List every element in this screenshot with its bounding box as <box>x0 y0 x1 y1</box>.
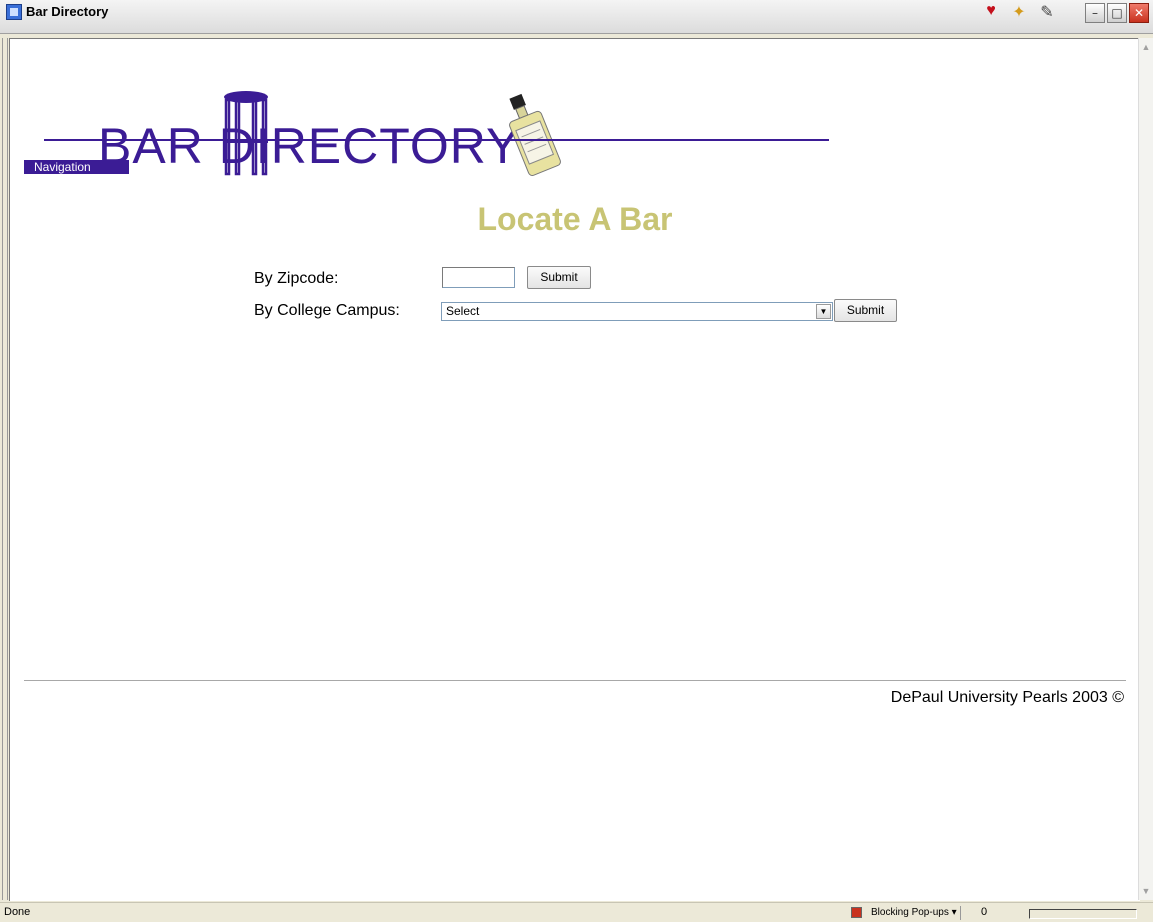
campus-submit-button[interactable]: Submit <box>834 299 897 322</box>
progress-bar <box>1029 909 1137 919</box>
heart-icon[interactable]: ♥ <box>981 2 1001 22</box>
close-button[interactable]: ✕ <box>1129 3 1149 23</box>
footer-divider <box>24 680 1126 681</box>
status-text: Done <box>4 906 31 918</box>
app-icon <box>6 4 22 20</box>
scroll-up-icon[interactable]: ▲ <box>1139 40 1153 54</box>
liquor-bottle-icon <box>509 93 561 176</box>
popup-blocker-label[interactable]: Blocking Pop-ups ▾ <box>871 907 957 918</box>
vertical-scrollbar[interactable]: ▲ ▼ <box>1138 38 1153 900</box>
campus-select[interactable]: Select ▼ <box>441 302 833 321</box>
page-title: Locate A Bar <box>477 201 673 237</box>
zipcode-input[interactable] <box>442 267 515 288</box>
star-icon[interactable]: ✦ <box>1009 2 1029 22</box>
window-titlebar: Bar Directory ♥ ✦ ✎ – □ ✕ <box>0 0 1153 34</box>
zipcode-submit-button[interactable]: Submit <box>527 266 591 289</box>
status-count: 0 <box>981 906 988 918</box>
logo-text: BAR DIRECTORY <box>98 118 521 174</box>
maximize-button[interactable]: □ <box>1107 3 1127 23</box>
window-title: Bar Directory <box>26 4 109 19</box>
window-left-border <box>2 38 8 900</box>
bar-stool-icon <box>224 91 268 176</box>
scroll-down-icon[interactable]: ▼ <box>1139 884 1153 898</box>
popup-blocker-icon[interactable] <box>851 907 862 918</box>
footer-copyright: DePaul University Pearls 2003 © <box>890 689 1124 706</box>
zipcode-label: By Zipcode: <box>254 270 339 287</box>
bar-directory-logo: BAR DIRECTORY <box>98 77 578 177</box>
page-viewport: BAR DIRECTORY <box>9 38 1140 901</box>
window-controls: – □ ✕ <box>1085 3 1149 23</box>
status-divider <box>960 906 961 920</box>
navigation-menu[interactable]: Navigation <box>24 160 129 174</box>
logo-underline <box>44 139 829 141</box>
minimize-button[interactable]: – <box>1085 3 1105 23</box>
chevron-down-icon[interactable]: ▼ <box>816 304 831 319</box>
campus-select-value: Select <box>446 304 480 318</box>
status-bar: Done Blocking Pop-ups ▾ 0 <box>0 902 1153 922</box>
toolbar-icons: ♥ ✦ ✎ <box>981 2 1057 22</box>
campus-label: By College Campus: <box>254 302 400 319</box>
note-icon[interactable]: ✎ <box>1037 2 1057 22</box>
